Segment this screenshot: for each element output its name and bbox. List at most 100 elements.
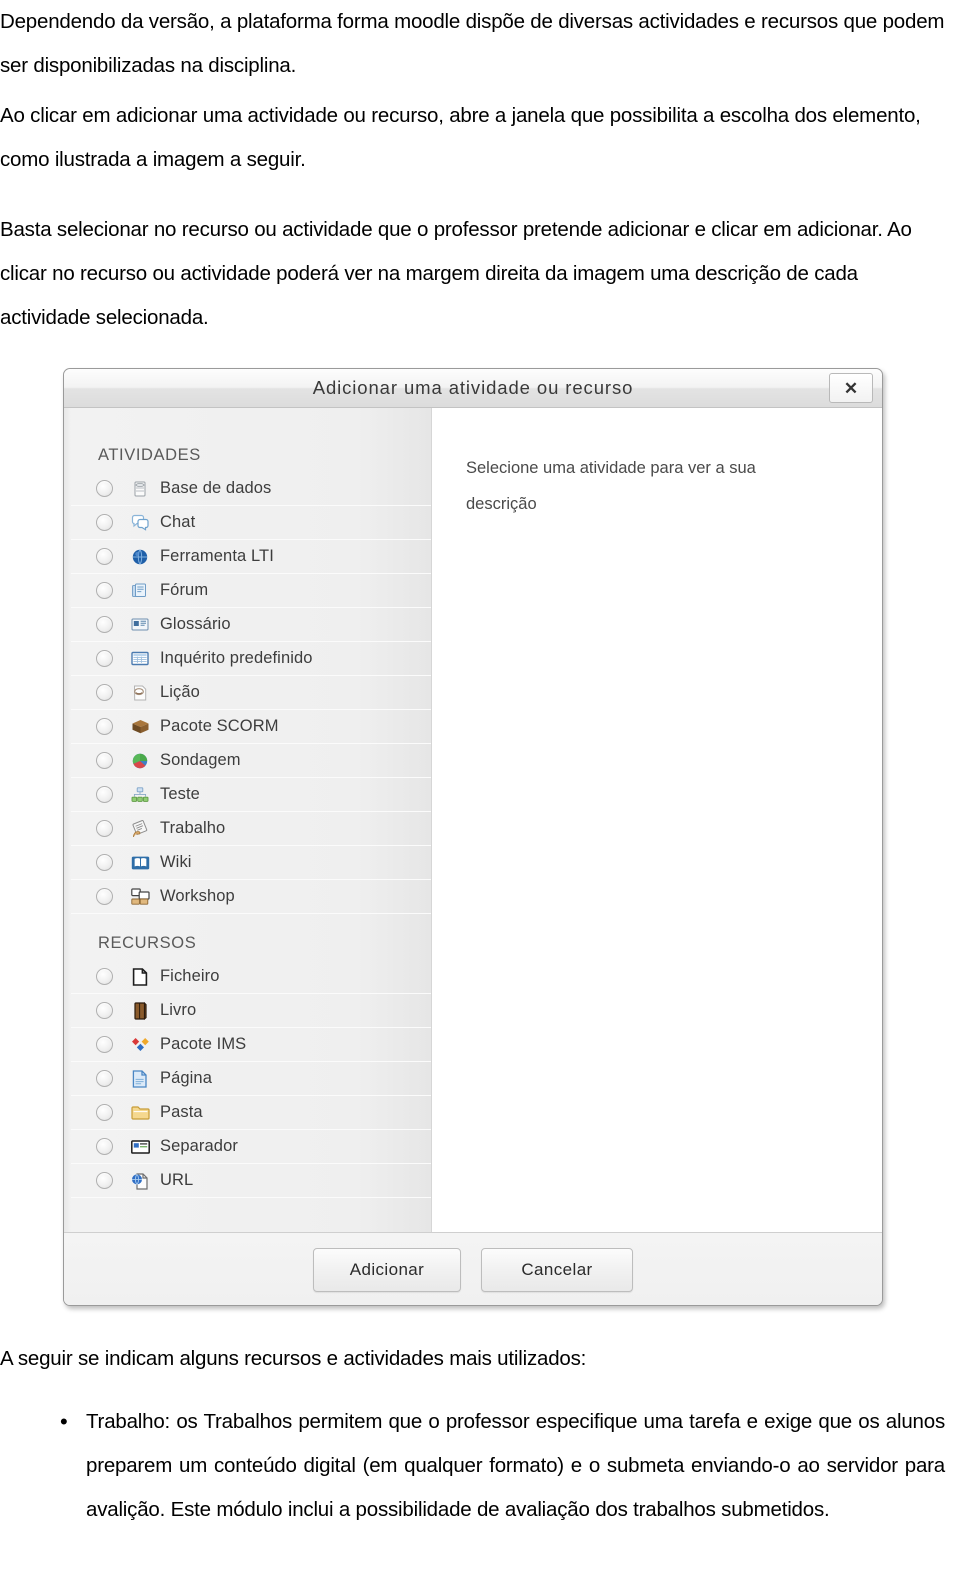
glossary-card-icon [130, 615, 150, 635]
closing-line-text: A seguir se indicam alguns recursos e ac… [0, 1347, 587, 1370]
close-button[interactable]: ✕ [829, 373, 873, 403]
radio-button[interactable] [96, 514, 113, 531]
bullet-list: • Trabalho: os Trabalhos permitem que o … [60, 1400, 945, 1532]
option-label: URL [160, 1171, 194, 1189]
book-icon [130, 1001, 150, 1021]
paragraph-text: Ao clicar em adicionar uma actividade ou… [0, 104, 921, 171]
radio-button[interactable] [96, 616, 113, 633]
radio-button[interactable] [96, 820, 113, 837]
chooser-option-teste[interactable]: Teste [64, 778, 431, 812]
chooser-option-glossario[interactable]: Glossário [64, 608, 431, 642]
radio-button[interactable] [96, 752, 113, 769]
document-page: Dependendo da versão, a plataforma forma… [0, 0, 960, 1587]
chooser-option-licao[interactable]: Lição [64, 676, 431, 710]
folder-icon [130, 1103, 150, 1123]
chooser-option-wiki[interactable]: Wiki [64, 846, 431, 880]
option-label: Separador [160, 1137, 238, 1155]
dialog-titlebar: Adicionar uma atividade ou recurso ✕ [64, 369, 882, 408]
radio-button[interactable] [96, 548, 113, 565]
chooser-option-pacote-ims[interactable]: Pacote IMS [64, 1028, 431, 1062]
poll-pie-icon [130, 751, 150, 771]
option-label: Base de dados [160, 479, 272, 497]
chooser-option-ficheiro[interactable]: Ficheiro [64, 960, 431, 994]
add-activity-dialog: Adicionar uma atividade ou recurso ✕ ATI… [63, 368, 883, 1306]
description-placeholder: Selecione uma atividade para ver a sua d… [466, 459, 756, 513]
option-label: Pacote IMS [160, 1035, 247, 1053]
chooser-option-pacote-scorm[interactable]: Pacote SCORM [64, 710, 431, 744]
radio-button[interactable] [96, 1002, 113, 1019]
paragraph-add-activity: Ao clicar em adicionar uma actividade ou… [0, 94, 945, 182]
workshop-windows-icon [130, 887, 150, 907]
group-heading-activities: ATIVIDADES [98, 446, 201, 464]
radio-button[interactable] [96, 854, 113, 871]
radio-button[interactable] [96, 650, 113, 667]
group-heading-resources: RECURSOS [98, 934, 197, 952]
database-icon [130, 479, 150, 499]
close-icon: ✕ [843, 378, 859, 398]
radio-button[interactable] [96, 1070, 113, 1087]
radio-button[interactable] [96, 684, 113, 701]
option-label: Livro [160, 1001, 197, 1019]
chooser-option-sondagem[interactable]: Sondagem [64, 744, 431, 778]
chat-bubbles-icon [130, 513, 150, 533]
option-label: Lição [160, 683, 200, 701]
lesson-page-icon [130, 683, 150, 703]
scorm-box-icon [130, 717, 150, 737]
option-label: Página [160, 1069, 212, 1087]
chooser-option-pasta[interactable]: Pasta [64, 1096, 431, 1130]
radio-button[interactable] [96, 1036, 113, 1053]
option-label: Inquérito predefinido [160, 649, 313, 667]
dialog-body: ATIVIDADES Base de dados Chat Ferramenta… [64, 408, 882, 1232]
radio-button[interactable] [96, 786, 113, 803]
chooser-option-trabalho[interactable]: Trabalho [64, 812, 431, 846]
chooser-option-base-de-dados[interactable]: Base de dados [64, 472, 431, 506]
option-label: Pasta [160, 1103, 203, 1121]
radio-button[interactable] [96, 968, 113, 985]
option-label: Trabalho [160, 819, 226, 837]
option-label: Sondagem [160, 751, 241, 769]
cancel-button[interactable]: Cancelar [481, 1248, 633, 1292]
paragraph-intro: Dependendo da versão, a plataforma forma… [0, 0, 945, 88]
chooser-option-livro[interactable]: Livro [64, 994, 431, 1028]
paragraph-text: Dependendo da versão, a plataforma forma… [0, 10, 945, 77]
add-button[interactable]: Adicionar [313, 1248, 461, 1292]
chooser-option-inquerito-predefinido[interactable]: Inquérito predefinido [64, 642, 431, 676]
page-blue-icon [130, 1069, 150, 1089]
paragraph-select-resource: Basta selecionar no recurso ou actividad… [0, 208, 945, 340]
radio-button[interactable] [96, 1104, 113, 1121]
radio-button[interactable] [96, 480, 113, 497]
wiki-book-icon [130, 853, 150, 873]
forum-pages-icon [130, 581, 150, 601]
option-label: Workshop [160, 887, 235, 905]
globe-icon [130, 547, 150, 567]
ims-diamonds-icon [130, 1035, 150, 1055]
label-separator-icon [130, 1137, 150, 1157]
chooser-option-forum[interactable]: Fórum [64, 574, 431, 608]
description-pane: Selecione uma atividade para ver a sua d… [432, 408, 882, 1232]
radio-button[interactable] [96, 1172, 113, 1189]
paragraph-closing: A seguir se indicam alguns recursos e ac… [0, 1337, 945, 1381]
survey-grid-icon [130, 649, 150, 669]
option-label: Teste [160, 785, 200, 803]
chooser-option-separador[interactable]: Separador [64, 1130, 431, 1164]
quiz-blocks-icon [130, 785, 150, 805]
url-globe-page-icon [130, 1171, 150, 1191]
chooser-option-workshop[interactable]: Workshop [64, 880, 431, 914]
option-label: Ficheiro [160, 967, 220, 985]
list-item: • Trabalho: os Trabalhos permitem que o … [60, 1400, 945, 1532]
option-label: Chat [160, 513, 196, 531]
chooser-option-ferramenta-lti[interactable]: Ferramenta LTI [64, 540, 431, 574]
option-label: Glossário [160, 615, 231, 633]
dialog-title: Adicionar uma atividade ou recurso [312, 377, 634, 398]
radio-button[interactable] [96, 582, 113, 599]
radio-button[interactable] [96, 1138, 113, 1155]
radio-button[interactable] [96, 888, 113, 905]
assignment-hand-icon [130, 819, 150, 839]
chooser-option-chat[interactable]: Chat [64, 506, 431, 540]
chooser-option-pagina[interactable]: Página [64, 1062, 431, 1096]
bullet-marker-icon: • [60, 1409, 68, 1434]
radio-button[interactable] [96, 718, 113, 735]
list-item-text: Trabalho: os Trabalhos permitem que o pr… [86, 1410, 945, 1521]
chooser-option-url[interactable]: URL [64, 1164, 431, 1198]
paragraph-text: Basta selecionar no recurso ou actividad… [0, 218, 912, 329]
